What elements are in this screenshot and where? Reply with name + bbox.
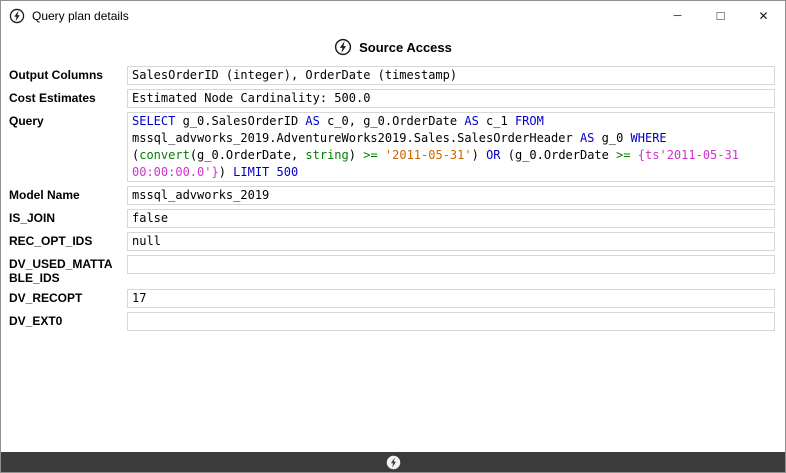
field-row-dv-used-mattable-ids: DV_USED_MATTABLE_IDS	[9, 255, 775, 285]
source-icon-toggle[interactable]	[386, 455, 401, 470]
window-controls: ─ □ ✕	[656, 1, 785, 31]
field-row-query: QuerySELECT g_0.SalesOrderID AS c_0, g_0…	[9, 112, 775, 182]
field-value[interactable]: 17	[127, 289, 775, 308]
field-value[interactable]	[127, 255, 775, 274]
source-access-header: Source Access	[1, 31, 785, 64]
field-label: DV_USED_MATTABLE_IDS	[9, 255, 127, 285]
maximize-button[interactable]: □	[699, 1, 742, 31]
field-label: REC_OPT_IDS	[9, 232, 127, 251]
field-row-cost-estimates: Cost EstimatesEstimated Node Cardinality…	[9, 89, 775, 108]
field-row-rec-opt-ids: REC_OPT_IDSnull	[9, 232, 775, 251]
field-row-is-join: IS_JOINfalse	[9, 209, 775, 228]
close-button[interactable]: ✕	[742, 1, 785, 31]
field-row-dv-ext0: DV_EXT0	[9, 312, 775, 331]
titlebar: Query plan details ─ □ ✕	[1, 1, 785, 31]
window-title: Query plan details	[32, 9, 129, 23]
field-label: Query	[9, 112, 127, 182]
field-value[interactable]: SELECT g_0.SalesOrderID AS c_0, g_0.Orde…	[127, 112, 775, 182]
app-icon	[9, 8, 25, 24]
field-label: Model Name	[9, 186, 127, 205]
bottom-panel-bar	[1, 452, 785, 472]
field-row-model-name: Model Namemssql_advworks_2019	[9, 186, 775, 205]
field-label: DV_EXT0	[9, 312, 127, 331]
source-access-icon	[334, 38, 352, 56]
field-value[interactable]: null	[127, 232, 775, 251]
field-row-output-columns: Output ColumnsSalesOrderID (integer), Or…	[9, 66, 775, 85]
field-value[interactable]: mssql_advworks_2019	[127, 186, 775, 205]
field-label: DV_RECOPT	[9, 289, 127, 308]
field-label: IS_JOIN	[9, 209, 127, 228]
field-value[interactable]	[127, 312, 775, 331]
minimize-button[interactable]: ─	[656, 1, 699, 31]
field-label: Cost Estimates	[9, 89, 127, 108]
header-title: Source Access	[359, 40, 452, 55]
fields-grid: Output ColumnsSalesOrderID (integer), Or…	[1, 64, 785, 452]
query-plan-details-window: Query plan details ─ □ ✕ Source Access O…	[0, 0, 786, 473]
field-row-dv-recopt: DV_RECOPT17	[9, 289, 775, 308]
field-value[interactable]: Estimated Node Cardinality: 500.0	[127, 89, 775, 108]
field-label: Output Columns	[9, 66, 127, 85]
field-value[interactable]: false	[127, 209, 775, 228]
field-value[interactable]: SalesOrderID (integer), OrderDate (times…	[127, 66, 775, 85]
